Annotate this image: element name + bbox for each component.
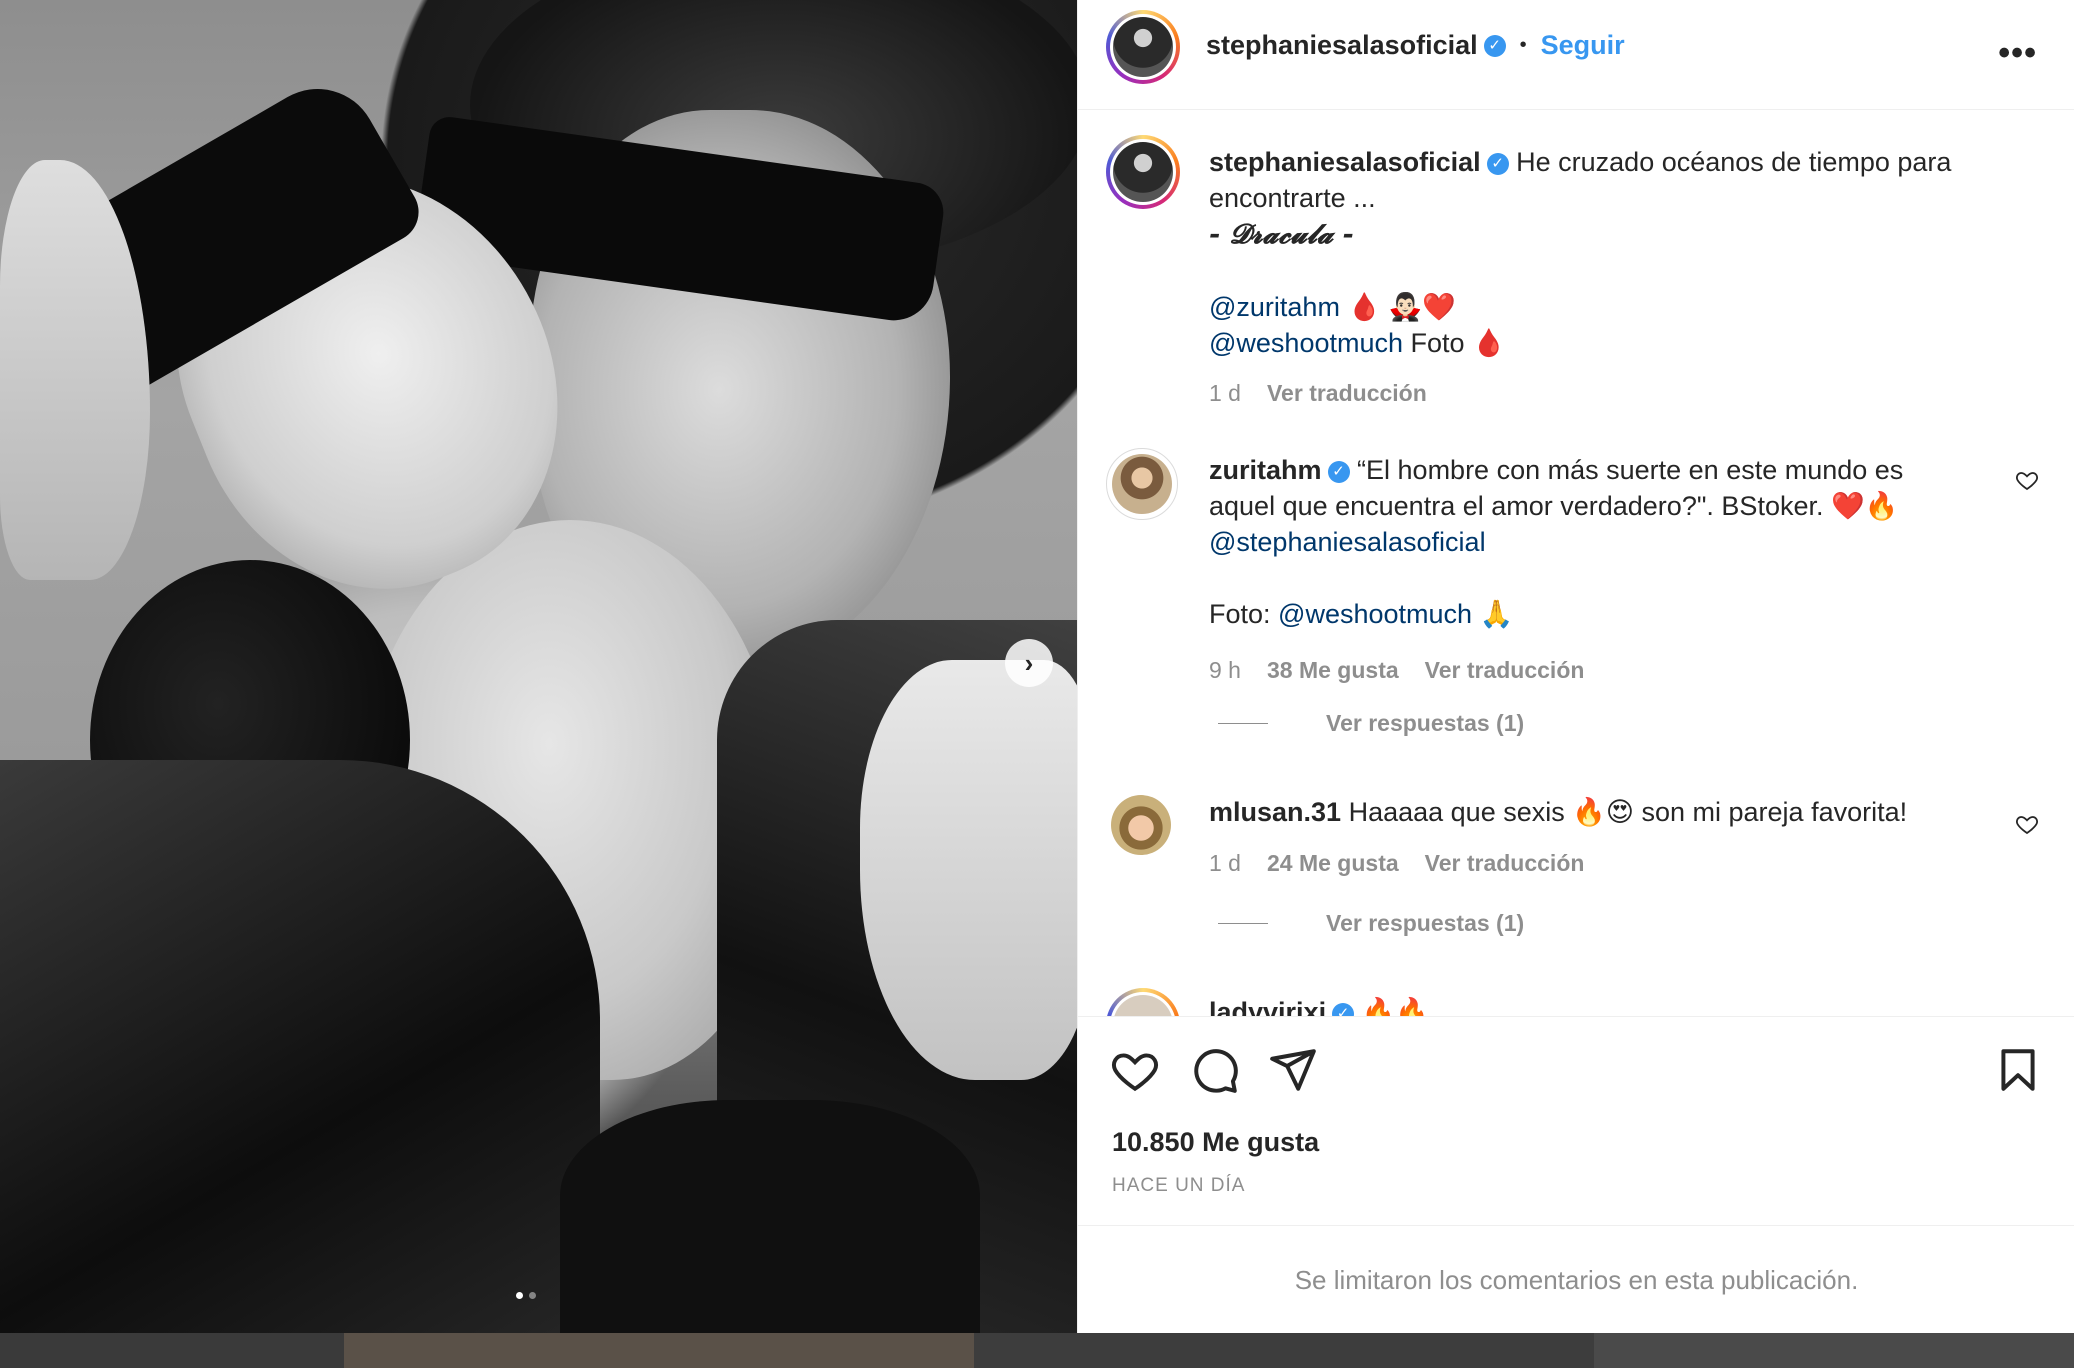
verified-badge-icon: ✓ (1483, 34, 1506, 57)
caption-text: stephaniesalasoficial ✓ He cruzado océano… (1209, 144, 2009, 361)
caption-line: Foto (1403, 328, 1473, 358)
view-replies-button[interactable]: Ver respuestas (1) (1218, 710, 1524, 737)
comment-likes-count[interactable]: 24 Me gusta (1267, 850, 1399, 877)
photo-hand-right (860, 660, 1077, 1080)
comment-line: aquel que encuentra el amor verdadero?".… (1209, 491, 1899, 521)
feed-thumb (1594, 1333, 2074, 1368)
more-options-icon[interactable]: ••• (1998, 34, 2037, 73)
timestamp: 1 d (1209, 850, 1241, 876)
caption-username[interactable]: stephaniesalasoficial (1209, 147, 1481, 177)
caption-line: encontrarte ... (1209, 183, 1376, 213)
mention-link[interactable]: @zuritahm (1209, 292, 1340, 322)
commenter-avatar[interactable] (1106, 790, 1176, 860)
chevron-right-icon: › (1024, 647, 1034, 678)
photo-black-top (560, 1100, 980, 1333)
view-replies-button[interactable]: Ver respuestas (1) (1218, 910, 1524, 937)
caption-signature: - 𝓓𝓻𝓪𝓬𝓾𝓵𝓪 - (1209, 219, 1354, 250)
separator-dot: • (1519, 34, 1527, 56)
timestamp: 1 d (1209, 380, 1241, 406)
replies-divider (1218, 723, 1268, 724)
comment-like-heart-icon[interactable] (2015, 468, 2039, 492)
author-username[interactable]: stephaniesalasoficial (1206, 30, 1478, 61)
likes-count[interactable]: 10.850 Me gusta (1112, 1127, 1319, 1158)
emoji-text: 🩸 🧛🏻‍♂️❤️ (1347, 292, 1456, 322)
comment-line: Foto: (1209, 599, 1279, 629)
verified-badge-icon: ✓ (1486, 152, 1509, 175)
comment-line: Haaaaa que sexis 🔥😍 son mi pareja favori… (1348, 797, 1908, 827)
post-time-ago: HACE UN DÍA (1112, 1175, 1246, 1196)
comment-text: ladyvirixi ✓ 🔥🔥 (1209, 994, 2009, 1016)
commenter-avatar[interactable] (1106, 448, 1178, 520)
caption-meta: 1 d Ver traducción (1209, 380, 1427, 407)
view-replies-label: Ver respuestas (1) (1326, 710, 1525, 736)
translate-link[interactable]: Ver traducción (1425, 850, 1585, 877)
feed-thumb (974, 1333, 1594, 1368)
post-side-panel: stephaniesalasoficial ✓ • Seguir ••• ste… (1077, 0, 2074, 1333)
mention-link[interactable]: @stephaniesalasoficial (1209, 527, 1486, 557)
comment-text: zuritahm ✓ “El hombre con más suerte en e… (1209, 452, 1979, 632)
view-replies-label: Ver respuestas (1) (1326, 910, 1525, 936)
post-header: stephaniesalasoficial ✓ • Seguir ••• (1078, 0, 2074, 110)
feed-thumb (0, 1333, 344, 1368)
comment-meta: 1 d 24 Me gusta Ver traducción (1209, 850, 1584, 877)
post-photo[interactable]: › (0, 0, 1077, 1333)
comment-likes-count[interactable]: 38 Me gusta (1267, 657, 1399, 684)
comment-line: “El hombre con más suerte en este mundo … (1357, 455, 1904, 485)
caption-avatar[interactable] (1106, 135, 1180, 209)
translate-link[interactable]: Ver traducción (1425, 657, 1585, 684)
follow-button[interactable]: Seguir (1541, 30, 1625, 61)
carousel-dot (516, 1292, 523, 1299)
photo-jacket-woman (0, 760, 600, 1333)
heart-icon[interactable] (1110, 1045, 1160, 1095)
verified-badge-icon: ✓ (1332, 1002, 1355, 1016)
comment-line: 🔥🔥 (1361, 997, 1429, 1016)
comments-list[interactable]: stephaniesalasoficial ✓ He cruzado océano… (1078, 110, 2074, 1016)
carousel-dots (516, 1292, 536, 1299)
next-photo-button[interactable]: › (1005, 639, 1053, 687)
comments-limited-notice: Se limitaron los comentarios en esta pub… (1078, 1225, 2074, 1334)
feed-thumb (344, 1333, 974, 1368)
author-avatar[interactable] (1106, 10, 1180, 84)
comment-icon[interactable] (1190, 1045, 1240, 1095)
replies-divider (1218, 923, 1268, 924)
mention-link[interactable]: @weshootmuch (1278, 599, 1472, 629)
comment-like-heart-icon[interactable] (2015, 812, 2039, 836)
emoji-text: 🙏 (1472, 599, 1514, 629)
comment-username[interactable]: mlusan.31 (1209, 797, 1341, 827)
comment-meta: 9 h 38 Me gusta Ver traducción (1209, 657, 1584, 684)
caption-line: He cruzado océanos de tiempo para (1516, 147, 1952, 177)
emoji-text: 🩸 (1472, 328, 1506, 358)
background-feed-strip (0, 1333, 2074, 1368)
post-actions: 10.850 Me gusta HACE UN DÍA (1078, 1016, 2074, 1227)
comments-limited-text: Se limitaron los comentarios en esta pub… (1294, 1264, 1859, 1295)
comment-username[interactable]: ladyvirixi (1209, 997, 1326, 1016)
author-row: stephaniesalasoficial ✓ • Seguir (1206, 30, 1625, 61)
timestamp: 9 h (1209, 657, 1241, 683)
comment-text: mlusan.31 Haaaaa que sexis 🔥😍 son mi par… (1209, 794, 1989, 830)
commenter-avatar[interactable] (1106, 988, 1180, 1016)
comment-username[interactable]: zuritahm (1209, 455, 1322, 485)
bookmark-icon[interactable] (1993, 1045, 2043, 1095)
share-icon[interactable] (1268, 1045, 1318, 1095)
verified-badge-icon: ✓ (1327, 460, 1350, 483)
carousel-dot (529, 1292, 536, 1299)
mention-link[interactable]: @weshootmuch (1209, 328, 1403, 358)
translate-link[interactable]: Ver traducción (1267, 380, 1427, 407)
